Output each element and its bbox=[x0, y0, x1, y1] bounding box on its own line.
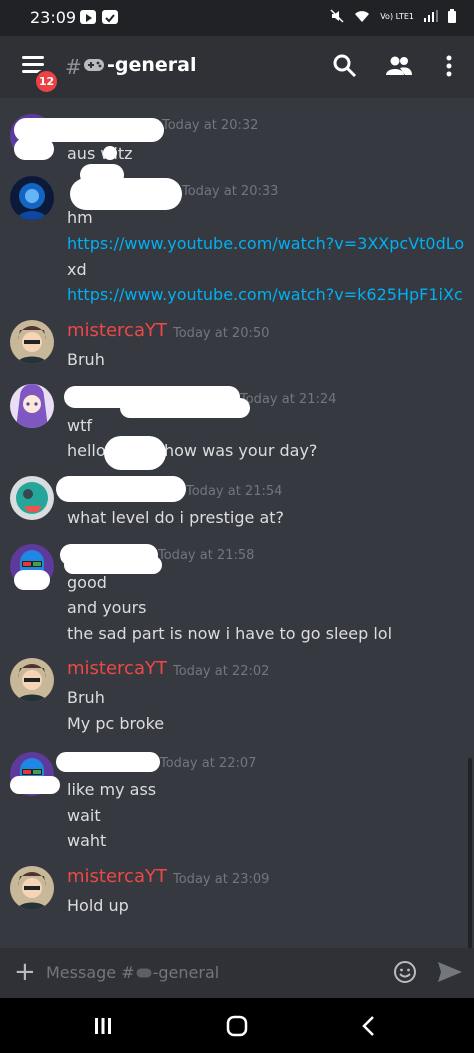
redaction-scribble bbox=[14, 570, 50, 590]
message-timestamp: Today at 21:54 bbox=[186, 484, 283, 499]
message-timestamp: Today at 23:09 bbox=[173, 872, 270, 887]
status-right-icons: Vo) LTE1 bbox=[330, 9, 456, 23]
signal-icon bbox=[424, 10, 438, 22]
message-text: how was your day? bbox=[164, 441, 318, 460]
message-timestamp: Today at 20:32 bbox=[162, 118, 259, 133]
channel-header: 12 # -general bbox=[0, 36, 474, 98]
avatar[interactable] bbox=[10, 866, 54, 910]
redaction-scribble bbox=[104, 436, 166, 470]
redaction-scribble bbox=[56, 752, 160, 772]
message-text: hello bbox=[67, 441, 106, 460]
search-icon[interactable] bbox=[331, 52, 359, 80]
message-text: wtf bbox=[67, 416, 92, 435]
redaction-scribble bbox=[56, 476, 186, 502]
plus-icon[interactable]: + bbox=[14, 959, 36, 985]
message-composer: + Message # -general bbox=[0, 948, 474, 998]
redaction-scribble bbox=[103, 146, 117, 160]
message-text: My pc broke bbox=[67, 714, 165, 733]
message-input[interactable]: Message # -general bbox=[46, 963, 219, 982]
message-text: waht bbox=[67, 831, 107, 850]
avatar[interactable] bbox=[10, 658, 54, 702]
unread-badge: 12 bbox=[34, 69, 59, 94]
message-link[interactable]: https://www.youtube.com/watch?v=k625HpF1… bbox=[67, 285, 463, 304]
message-timestamp: Today at 22:02 bbox=[173, 664, 270, 679]
message-timestamp: Today at 20:50 bbox=[173, 326, 270, 341]
gamepad-icon bbox=[136, 968, 152, 978]
mute-icon bbox=[330, 9, 344, 23]
message-author[interactable]: mistercaYT bbox=[67, 320, 167, 341]
message-text: xd bbox=[67, 260, 87, 279]
avatar[interactable] bbox=[10, 476, 54, 520]
redaction-scribble bbox=[10, 776, 60, 794]
placeholder-channel: -general bbox=[152, 963, 220, 982]
network-label: Vo) LTE1 bbox=[380, 11, 414, 21]
message-text: the sad part is now i have to go sleep l… bbox=[67, 624, 393, 643]
message-text: hm bbox=[67, 208, 93, 227]
home-icon[interactable] bbox=[226, 1015, 248, 1037]
channel-hash: # bbox=[65, 55, 82, 79]
channel-name: -general bbox=[107, 54, 197, 76]
recents-icon[interactable] bbox=[93, 1017, 113, 1035]
more-icon[interactable] bbox=[435, 52, 463, 80]
message-timestamp: Today at 20:33 bbox=[182, 184, 279, 199]
message-text: good bbox=[67, 573, 107, 592]
message-text: like my ass bbox=[67, 780, 157, 799]
redaction-scribble bbox=[80, 164, 124, 186]
emoji-icon[interactable] bbox=[393, 960, 417, 984]
message-timestamp: Today at 21:58 bbox=[158, 548, 255, 563]
members-icon[interactable] bbox=[385, 52, 413, 80]
back-icon[interactable] bbox=[361, 1015, 377, 1037]
message-author[interactable]: mistercaYT bbox=[67, 866, 167, 887]
redaction-scribble bbox=[14, 138, 54, 160]
status-bar: 23:09 Vo) LTE1 bbox=[0, 0, 474, 36]
gamepad-icon bbox=[84, 59, 104, 71]
message-text: what level do i prestige at? bbox=[67, 508, 285, 527]
message-text: and yours bbox=[67, 598, 147, 617]
youtube-notification-icon bbox=[80, 10, 96, 24]
message-timestamp: Today at 22:07 bbox=[160, 756, 257, 771]
message-text: aus witz bbox=[67, 144, 133, 163]
placeholder-text: Message # bbox=[46, 963, 135, 982]
send-icon[interactable] bbox=[437, 961, 463, 983]
wifi-icon bbox=[355, 11, 370, 22]
message-text: Bruh bbox=[67, 688, 105, 707]
check-notification-icon bbox=[102, 10, 118, 24]
notification-icons bbox=[80, 10, 118, 24]
message-text: Hold up bbox=[67, 896, 129, 915]
status-time: 23:09 bbox=[30, 8, 77, 27]
message-link[interactable]: https://www.youtube.com/watch?v=3XXpcVt0… bbox=[67, 234, 464, 253]
message-timestamp: Today at 21:24 bbox=[240, 392, 337, 407]
avatar[interactable] bbox=[10, 320, 54, 364]
message-author[interactable]: mistercaYT bbox=[67, 658, 167, 679]
avatar[interactable] bbox=[10, 384, 54, 428]
avatar[interactable] bbox=[10, 176, 54, 220]
battery-icon bbox=[448, 9, 456, 23]
message-text: Bruh bbox=[67, 350, 105, 369]
redaction-scribble bbox=[120, 398, 250, 418]
redaction-scribble bbox=[64, 556, 162, 574]
system-nav-bar bbox=[0, 998, 474, 1053]
message-list[interactable]: Today at 20:32 aus witz Today at 20:33 h… bbox=[0, 98, 474, 1043]
message-text: wait bbox=[67, 806, 101, 825]
